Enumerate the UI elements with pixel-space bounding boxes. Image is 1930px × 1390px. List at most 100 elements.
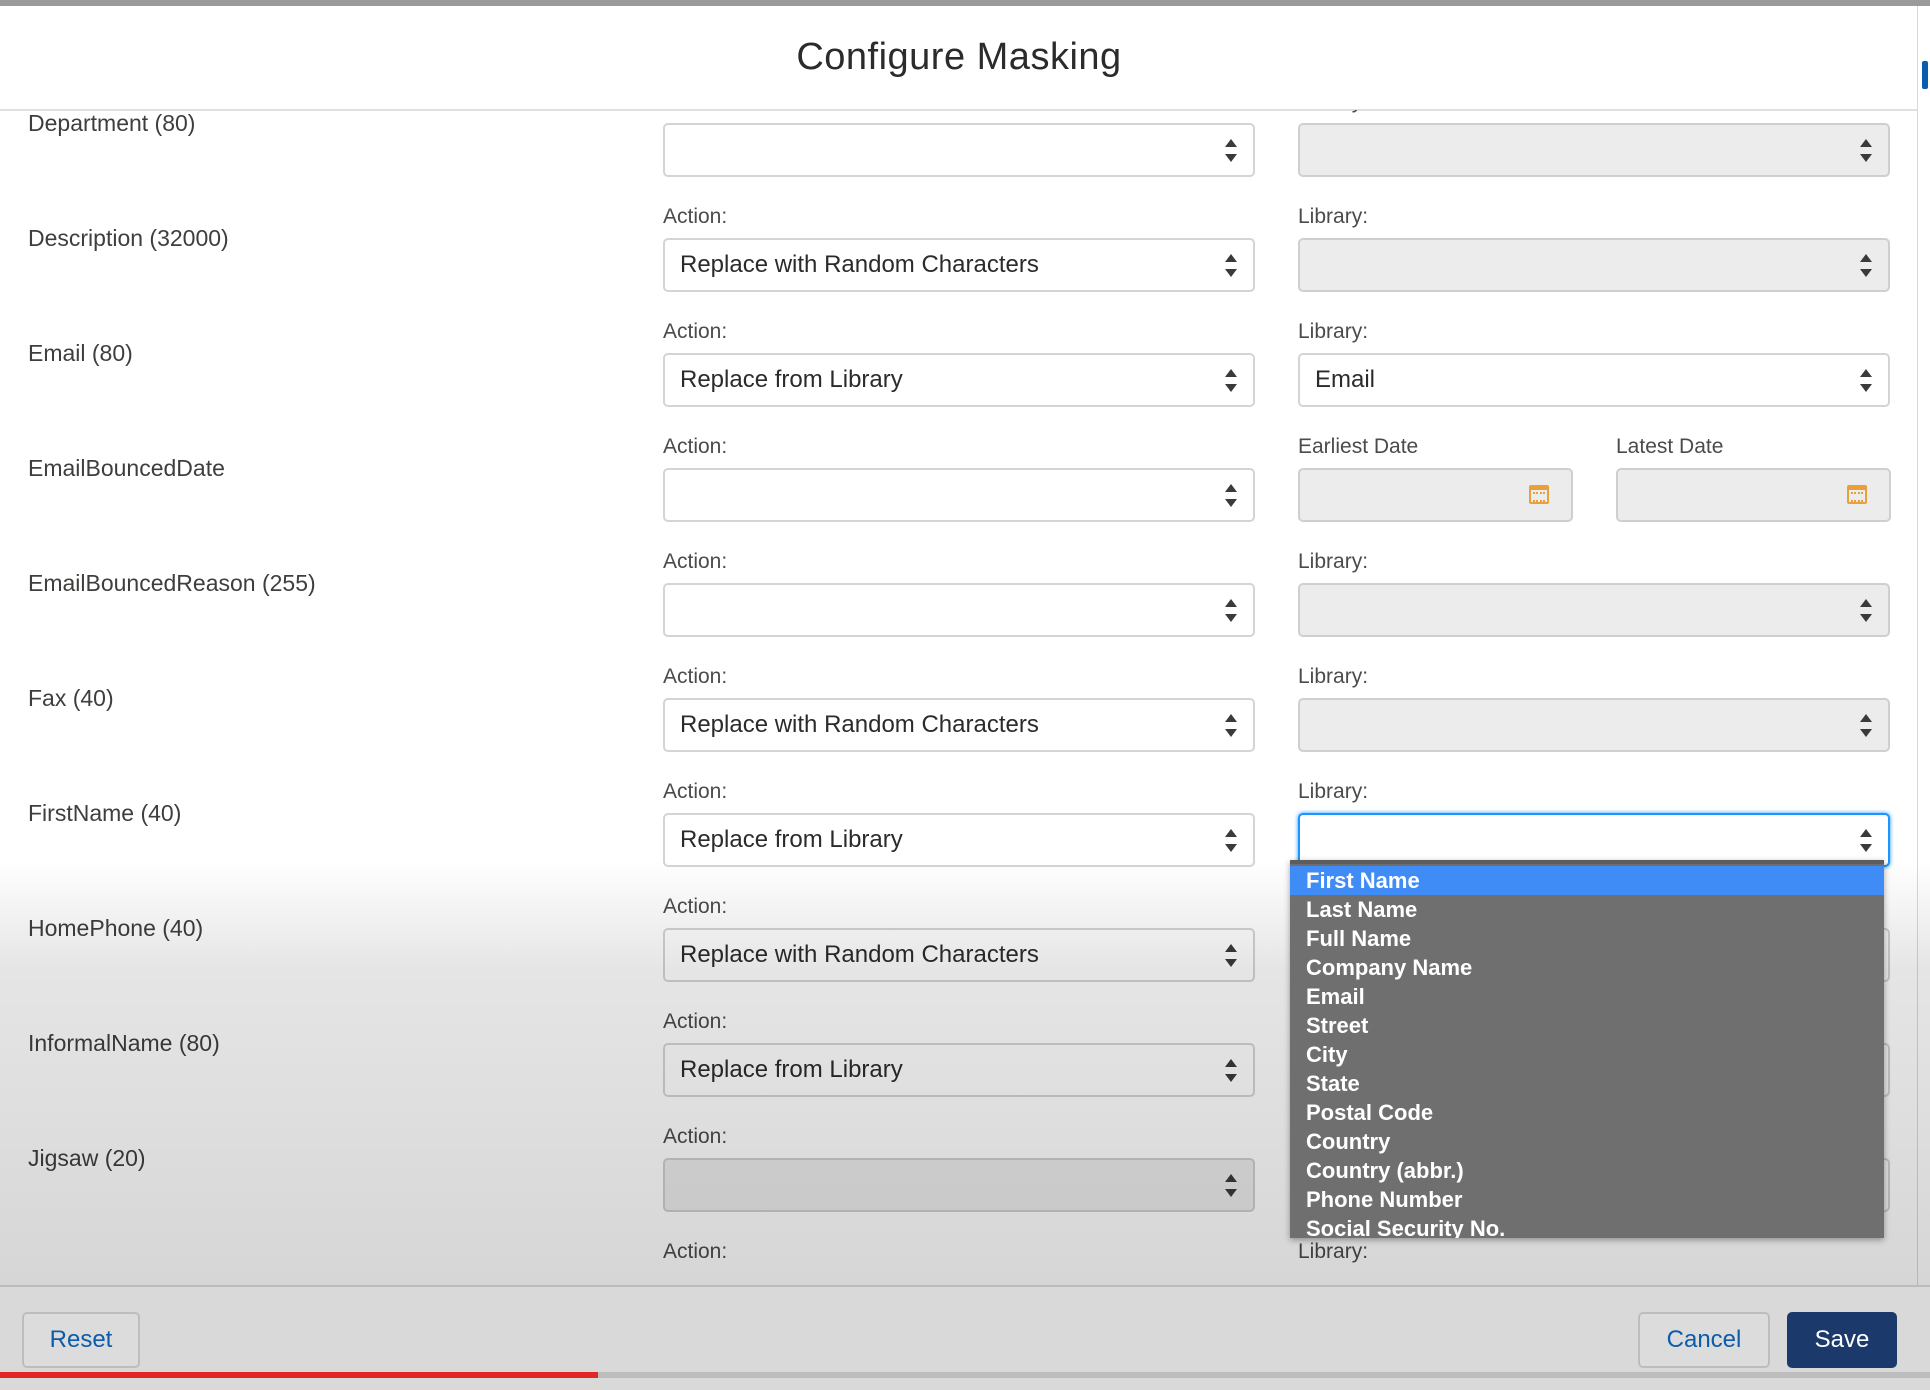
select-arrows-icon bbox=[1225, 367, 1237, 395]
library-select bbox=[1298, 583, 1890, 637]
modal-title: Configure Masking bbox=[796, 36, 1122, 78]
select-arrows-icon bbox=[1225, 252, 1237, 280]
dropdown-option-country-abbr[interactable]: Country (abbr.) bbox=[1290, 1156, 1884, 1185]
library-select[interactable] bbox=[1298, 813, 1890, 867]
action-label: Action: bbox=[663, 435, 728, 458]
select-arrows-icon bbox=[1860, 252, 1872, 280]
action-select[interactable]: Replace with Random Characters bbox=[663, 238, 1255, 292]
action-label: Action: bbox=[663, 550, 728, 573]
action-select[interactable]: Replace with Random Characters bbox=[663, 698, 1255, 752]
action-value: Replace from Library bbox=[680, 366, 903, 393]
select-arrows-icon bbox=[1225, 712, 1237, 740]
action-label: Action: bbox=[663, 780, 728, 803]
library-select bbox=[1298, 238, 1890, 292]
dropdown-option-country[interactable]: Country bbox=[1290, 1127, 1884, 1156]
field-name: EmailBouncedDate bbox=[28, 455, 225, 481]
select-arrows-icon bbox=[1225, 1172, 1237, 1200]
action-label: Action: bbox=[663, 1010, 728, 1033]
action-select[interactable]: Replace with Random Characters bbox=[663, 928, 1255, 982]
field-row-partial: Action: Library: bbox=[0, 1238, 1918, 1285]
select-arrows-icon bbox=[1225, 827, 1237, 855]
library-dropdown-list[interactable]: First Name Last Name Full Name Company N… bbox=[1290, 860, 1884, 1238]
library-label: Library: bbox=[1298, 780, 1369, 803]
library-select[interactable]: Email bbox=[1298, 353, 1890, 407]
action-label: Action: bbox=[663, 320, 728, 343]
latest-date-input bbox=[1616, 468, 1891, 522]
dropdown-option-company-name[interactable]: Company Name bbox=[1290, 953, 1884, 982]
dropdown-option-postal-code[interactable]: Postal Code bbox=[1290, 1098, 1884, 1127]
select-arrows-icon bbox=[1860, 597, 1872, 625]
field-name: HomePhone (40) bbox=[28, 915, 204, 941]
library-label: Library: bbox=[1298, 320, 1369, 343]
action-value: Replace with Random Characters bbox=[680, 711, 1039, 738]
scroll-edge bbox=[1917, 6, 1930, 1288]
select-arrows-icon bbox=[1225, 942, 1237, 970]
reset-button[interactable]: Reset bbox=[22, 1312, 140, 1368]
select-arrows-icon bbox=[1225, 1057, 1237, 1085]
calendar-icon bbox=[1529, 485, 1549, 504]
select-arrows-icon bbox=[1860, 827, 1872, 855]
dropdown-option-full-name[interactable]: Full Name bbox=[1290, 924, 1884, 953]
action-select[interactable] bbox=[663, 123, 1255, 177]
field-name: Department (80) bbox=[28, 110, 196, 136]
dropdown-option-last-name[interactable]: Last Name bbox=[1290, 895, 1884, 924]
library-label: Library: bbox=[1298, 665, 1369, 688]
dropdown-option-street[interactable]: Street bbox=[1290, 1011, 1884, 1040]
dropdown-option-social-security[interactable]: Social Security No. bbox=[1290, 1214, 1884, 1238]
action-value: Replace from Library bbox=[680, 826, 903, 853]
select-arrows-icon bbox=[1860, 712, 1872, 740]
earliest-date-label: Earliest Date bbox=[1298, 435, 1419, 458]
cancel-button[interactable]: Cancel bbox=[1638, 1312, 1770, 1368]
action-select[interactable]: Replace from Library bbox=[663, 353, 1255, 407]
field-row-fax: Fax (40) Action: Replace with Random Cha… bbox=[0, 663, 1918, 778]
field-row-emailbounceddate: EmailBouncedDate Action: Earliest Date L… bbox=[0, 433, 1918, 548]
dropdown-option-phone-number[interactable]: Phone Number bbox=[1290, 1185, 1884, 1214]
calendar-icon bbox=[1847, 485, 1867, 504]
field-row-emailbouncedreason: EmailBouncedReason (255) Action: Library… bbox=[0, 548, 1918, 663]
library-label: Library: bbox=[1298, 550, 1369, 573]
select-arrows-icon bbox=[1225, 137, 1237, 165]
action-label: Action: bbox=[663, 665, 728, 688]
modal-header: Configure Masking bbox=[0, 6, 1918, 111]
library-select bbox=[1298, 123, 1890, 177]
action-label: Action: bbox=[663, 205, 728, 228]
video-progress-bar[interactable] bbox=[0, 1372, 1930, 1378]
action-select[interactable] bbox=[663, 583, 1255, 637]
action-value: Replace with Random Characters bbox=[680, 251, 1039, 278]
action-select[interactable]: Replace from Library bbox=[663, 1043, 1255, 1097]
action-value: Replace with Random Characters bbox=[680, 941, 1039, 968]
earliest-date-input bbox=[1298, 468, 1573, 522]
library-label: Library: bbox=[1298, 110, 1368, 114]
action-label: Action: bbox=[663, 110, 727, 114]
action-label: Action: bbox=[663, 895, 728, 918]
dropdown-option-first-name[interactable]: First Name bbox=[1290, 866, 1884, 895]
field-name: Description (32000) bbox=[28, 225, 229, 251]
action-select[interactable] bbox=[663, 1158, 1255, 1212]
action-select[interactable] bbox=[663, 468, 1255, 522]
action-select[interactable]: Replace from Library bbox=[663, 813, 1255, 867]
action-value: Replace from Library bbox=[680, 1056, 903, 1083]
library-value: Email bbox=[1315, 366, 1376, 393]
library-label: Library: bbox=[1298, 205, 1369, 228]
field-row-description: Description (32000) Action: Replace with… bbox=[0, 203, 1918, 318]
field-name: EmailBouncedReason (255) bbox=[28, 570, 316, 596]
select-arrows-icon bbox=[1225, 482, 1237, 510]
library-select bbox=[1298, 698, 1890, 752]
edge-marker bbox=[1922, 61, 1928, 89]
dropdown-option-state[interactable]: State bbox=[1290, 1069, 1884, 1098]
action-label: Action: bbox=[663, 1240, 728, 1263]
save-button[interactable]: Save bbox=[1787, 1312, 1897, 1368]
field-name: InformalName (80) bbox=[28, 1030, 220, 1056]
dropdown-option-city[interactable]: City bbox=[1290, 1040, 1884, 1069]
select-arrows-icon bbox=[1860, 367, 1872, 395]
field-name: Jigsaw (20) bbox=[28, 1145, 146, 1171]
library-label: Library: bbox=[1298, 1240, 1369, 1263]
field-row-department: Department (80) Action: Library: bbox=[0, 110, 1918, 203]
dropdown-header bbox=[1290, 860, 1884, 864]
action-label: Action: bbox=[663, 1125, 728, 1148]
field-name: FirstName (40) bbox=[28, 800, 182, 826]
field-row-email: Email (80) Action: Replace from Library … bbox=[0, 318, 1918, 433]
dropdown-option-email[interactable]: Email bbox=[1290, 982, 1884, 1011]
select-arrows-icon bbox=[1860, 137, 1872, 165]
select-arrows-icon bbox=[1225, 597, 1237, 625]
